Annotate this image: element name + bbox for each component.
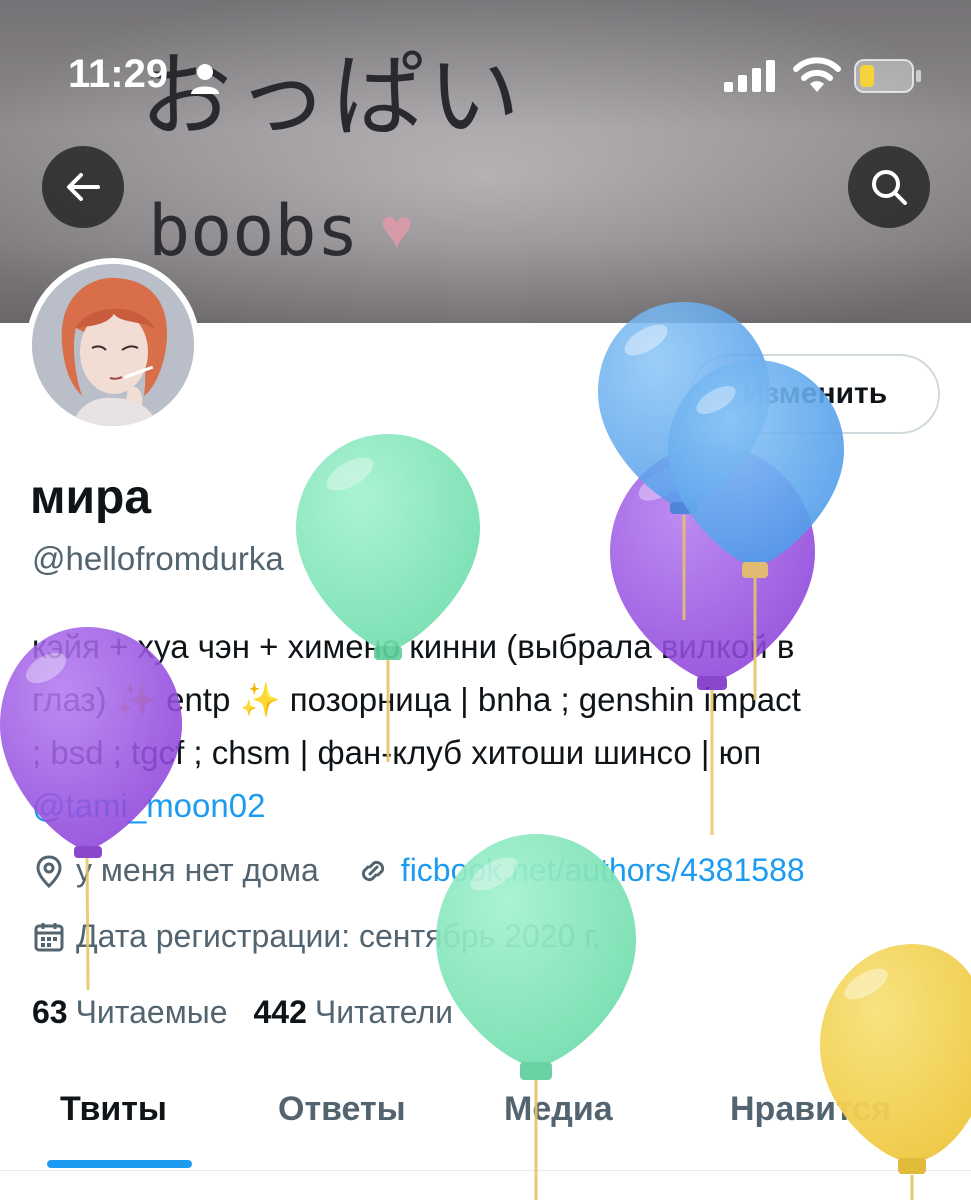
- following-count: 63: [32, 994, 68, 1030]
- profile-website-link[interactable]: ficbook.net/authors/4381588: [401, 852, 805, 889]
- tab-media[interactable]: Медиа: [504, 1090, 613, 1129]
- joined-date: Дата регистрации: сентябрь 2020 г.: [76, 918, 601, 954]
- balloon-icon: [598, 302, 770, 620]
- banner-text-en: boobs: [148, 190, 359, 272]
- tab-tweets[interactable]: Твиты: [60, 1090, 167, 1129]
- following-link[interactable]: 63 Читаемые: [32, 994, 227, 1031]
- status-time: 11:29: [68, 52, 169, 96]
- profile-joined-row: Дата регистрации: сентябрь 2020 г.: [32, 918, 601, 955]
- location-pin-icon: [36, 854, 62, 888]
- display-name: мира: [30, 471, 152, 524]
- wifi-icon: [793, 57, 841, 92]
- search-icon: [872, 170, 907, 205]
- edit-profile-button[interactable]: Изменить: [690, 354, 940, 434]
- active-tab-indicator: [47, 1160, 192, 1168]
- avatar-image: [32, 264, 194, 426]
- bio-mention-link[interactable]: @tami_moon02: [32, 779, 957, 832]
- tab-replies[interactable]: Ответы: [278, 1090, 406, 1129]
- calendar-icon: [34, 922, 64, 951]
- user-handle: @hellofromdurka: [32, 540, 284, 577]
- person-icon: [191, 64, 219, 94]
- followers-count: 442: [253, 994, 307, 1030]
- followers-label: Читатели: [314, 994, 454, 1030]
- search-button[interactable]: [848, 146, 930, 228]
- avatar[interactable]: [26, 258, 200, 432]
- location-text: у меня нет дома: [76, 852, 319, 888]
- bio-line: ; bsd ; tgcf ; chsm | фан-клуб хитоши ши…: [32, 734, 762, 771]
- bio: кэйя + хуа чэн + химено кинни (выбрала в…: [32, 620, 957, 832]
- bio-line: кэйя + хуа чэн + химено кинни (выбрала в…: [32, 628, 795, 665]
- link-icon: [361, 860, 384, 881]
- back-button[interactable]: [42, 146, 124, 228]
- back-arrow-icon: [67, 173, 100, 201]
- follow-counts: 63 Читаемые 442 Читатели: [32, 994, 453, 1031]
- followers-link[interactable]: 442 Читатели: [253, 994, 453, 1031]
- tab-likes[interactable]: Нравится: [730, 1090, 891, 1129]
- profile-tabs: Твиты Ответы Медиа Нравится: [0, 1060, 971, 1171]
- heart-icon: ♥: [380, 197, 414, 260]
- following-label: Читаемые: [75, 994, 228, 1030]
- battery-icon: [854, 59, 921, 93]
- bio-line: глаз) ✨ entp ✨ позорница | bnha ; genshi…: [32, 681, 801, 718]
- signal-icon: [724, 60, 775, 92]
- profile-meta-row: у меня нет дома ficbook.net/authors/4381…: [32, 852, 805, 889]
